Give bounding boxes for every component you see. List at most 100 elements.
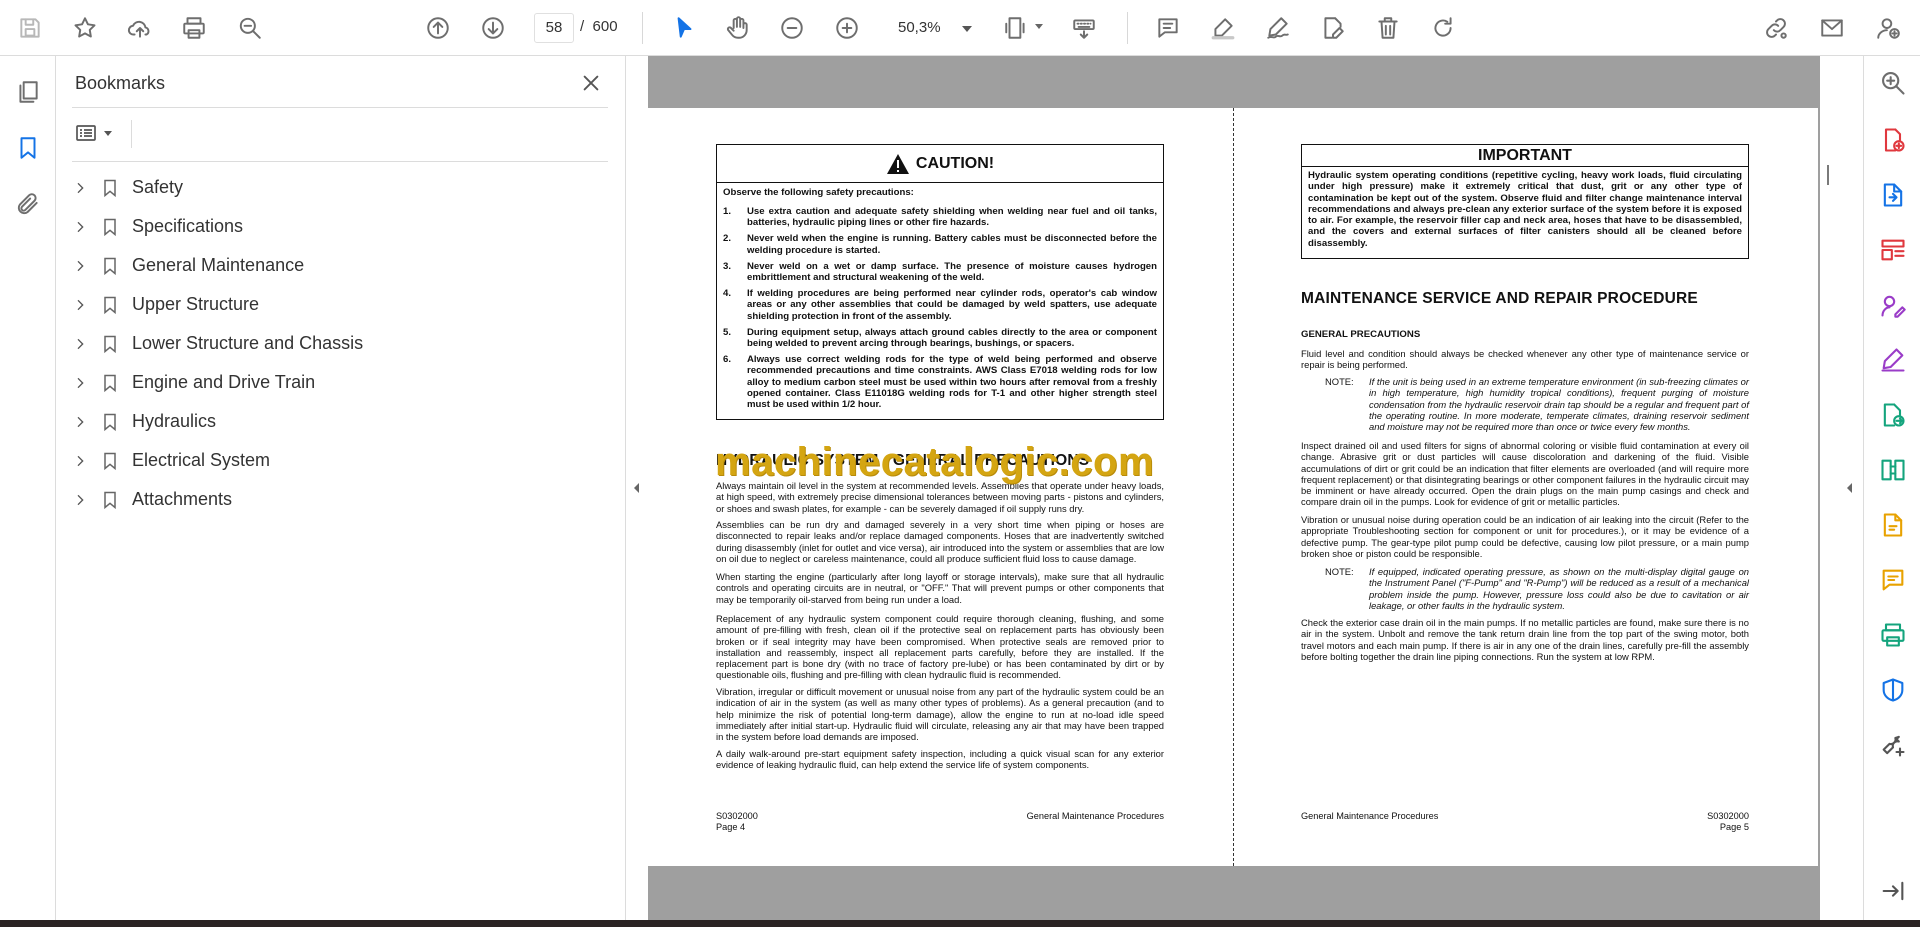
caution-item-text: During equipment setup, always attach gr… xyxy=(747,326,1157,350)
find-zoom-icon[interactable] xyxy=(232,10,268,46)
sign-pen-icon[interactable] xyxy=(1260,10,1296,46)
save-icon[interactable] xyxy=(12,10,48,46)
bookmark-item-upper-structure[interactable]: Upper Structure xyxy=(70,285,610,324)
main-toolbar: 58 / 600 50,3% xyxy=(0,0,1920,56)
bookmark-item-general-maintenance[interactable]: General Maintenance xyxy=(70,246,610,285)
chevron-right-icon[interactable] xyxy=(70,373,90,393)
scan-ocr-icon[interactable] xyxy=(1876,508,1910,542)
bookmarks-panel-title: Bookmarks xyxy=(75,73,166,93)
bookmark-options-menu[interactable] xyxy=(74,118,124,148)
rotate-icon[interactable] xyxy=(1425,10,1461,46)
page-footer-code: S0302000 Page 4 xyxy=(716,811,758,833)
caution-item-number: 2. xyxy=(723,233,732,245)
delete-trash-icon[interactable] xyxy=(1370,10,1406,46)
important-title: IMPORTANT xyxy=(1302,145,1748,167)
bookmark-label: General Maintenance xyxy=(132,255,305,275)
body-paragraph: Fluid level and condition should always … xyxy=(1301,348,1749,371)
body-paragraph: Vibration or unusual noise during operat… xyxy=(1301,514,1749,559)
chevron-right-icon[interactable] xyxy=(70,451,90,471)
print-production-icon[interactable] xyxy=(1876,618,1910,652)
email-icon[interactable] xyxy=(1814,10,1850,46)
fill-sign-icon[interactable] xyxy=(1876,288,1910,322)
bookmark-flag-icon xyxy=(100,488,120,512)
zoom-search-icon[interactable] xyxy=(1876,66,1910,100)
bookmark-item-lower-structure[interactable]: Lower Structure and Chassis xyxy=(70,324,610,363)
document-page-left: CAUTION! Observe the following safety pr… xyxy=(648,108,1233,866)
hand-tool-icon[interactable] xyxy=(720,10,756,46)
more-tools-icon[interactable] xyxy=(1876,728,1910,762)
bookmark-label: Hydraulics xyxy=(132,411,217,431)
body-paragraph: Vibration, irregular or difficult moveme… xyxy=(716,686,1164,743)
page-fit-icon[interactable] xyxy=(998,10,1034,46)
zoom-out-icon[interactable] xyxy=(774,10,810,46)
edit-document-icon[interactable] xyxy=(1315,10,1351,46)
compare-files-icon[interactable] xyxy=(1876,453,1910,487)
caution-item: 5. During equipment setup, always attach … xyxy=(723,327,1157,349)
bookmark-flag-icon xyxy=(100,293,120,317)
attachments-paperclip-icon[interactable] xyxy=(10,186,46,222)
expand-panel-icon[interactable] xyxy=(1876,874,1910,908)
collapse-right-panel-icon[interactable] xyxy=(1843,480,1855,496)
highlight-pen-icon[interactable] xyxy=(1205,10,1241,46)
bookmark-item-specifications[interactable]: Specifications xyxy=(70,207,610,246)
bookmark-item-safety[interactable]: Safety xyxy=(70,168,610,207)
footer-page-number: Page 5 xyxy=(1719,822,1749,832)
chevron-right-icon[interactable] xyxy=(70,217,90,237)
caution-item: 1. Use extra caution and adequate safety … xyxy=(723,206,1157,228)
body-paragraph: When starting the engine (particularly a… xyxy=(716,571,1164,605)
zoom-level-dropdown[interactable]: 50,3% xyxy=(888,13,978,43)
page-number-input[interactable]: 58 xyxy=(534,13,574,43)
print-icon[interactable] xyxy=(176,10,212,46)
footer-page-number: Page 4 xyxy=(716,822,746,832)
select-cursor-icon[interactable] xyxy=(666,10,702,46)
comment-icon[interactable] xyxy=(1150,10,1186,46)
bookmark-label: Lower Structure and Chassis xyxy=(132,333,364,353)
caution-item: 3. Never weld on a wet or damp surface. T… xyxy=(723,261,1157,283)
chevron-right-icon[interactable] xyxy=(70,295,90,315)
scrollbar-thumb[interactable] xyxy=(1827,165,1829,185)
bookmark-star-icon[interactable] xyxy=(67,10,103,46)
page-fit-chevron-icon[interactable] xyxy=(1035,24,1043,29)
send-for-review-icon[interactable] xyxy=(1876,398,1910,432)
caution-header: CAUTION! xyxy=(717,145,1163,183)
bookmark-label: Attachments xyxy=(132,489,233,509)
close-icon[interactable] xyxy=(576,68,606,98)
zoom-in-icon[interactable] xyxy=(829,10,865,46)
collapse-left-panel-icon[interactable] xyxy=(630,480,642,496)
note-block: NOTE: If equipped, indicated operating p… xyxy=(1301,566,1749,611)
left-navigation-rail xyxy=(0,56,56,920)
chevron-right-icon[interactable] xyxy=(70,178,90,198)
vertical-scrollbar[interactable] xyxy=(1820,56,1834,920)
organize-pages-icon[interactable] xyxy=(1876,233,1910,267)
caution-item-text: Always use correct welding rods for the … xyxy=(747,354,1157,411)
share-link-icon[interactable] xyxy=(1758,10,1794,46)
create-pdf-icon[interactable] xyxy=(1876,123,1910,157)
bookmarks-panel-icon[interactable] xyxy=(10,130,46,166)
bookmark-item-hydraulics[interactable]: Hydraulics xyxy=(70,402,610,441)
protect-shield-icon[interactable] xyxy=(1876,673,1910,707)
page-thumbnails-icon[interactable] xyxy=(10,74,46,110)
bookmarks-panel: Bookmarks Safety Specifications General … xyxy=(56,56,626,920)
previous-page-icon[interactable] xyxy=(420,10,456,46)
account-icon[interactable] xyxy=(1870,10,1906,46)
chevron-right-icon[interactable] xyxy=(70,334,90,354)
chevron-right-icon[interactable] xyxy=(70,490,90,510)
bookmark-item-attachments[interactable]: Attachments xyxy=(70,480,610,519)
bookmark-flag-icon xyxy=(100,371,120,395)
next-page-icon[interactable] xyxy=(475,10,511,46)
page-footer-code: S0302000 Page 5 xyxy=(1633,811,1749,833)
export-pdf-icon[interactable] xyxy=(1876,178,1910,212)
warning-triangle-icon xyxy=(886,153,909,174)
chevron-right-icon[interactable] xyxy=(70,412,90,432)
caution-item: 6. Always use correct welding rods for th… xyxy=(723,354,1157,410)
upload-cloud-icon[interactable] xyxy=(122,10,158,46)
bookmark-item-engine-drive-train[interactable]: Engine and Drive Train xyxy=(70,363,610,402)
bookmark-flag-icon xyxy=(100,449,120,473)
request-signature-icon[interactable] xyxy=(1876,343,1910,377)
chevron-right-icon[interactable] xyxy=(70,256,90,276)
bookmark-label: Electrical System xyxy=(132,450,271,470)
comment-tool-icon[interactable] xyxy=(1876,563,1910,597)
bookmark-item-electrical-system[interactable]: Electrical System xyxy=(70,441,610,480)
keyboard-scroll-icon[interactable] xyxy=(1066,10,1102,46)
footer-code: S0302000 xyxy=(1707,811,1749,821)
